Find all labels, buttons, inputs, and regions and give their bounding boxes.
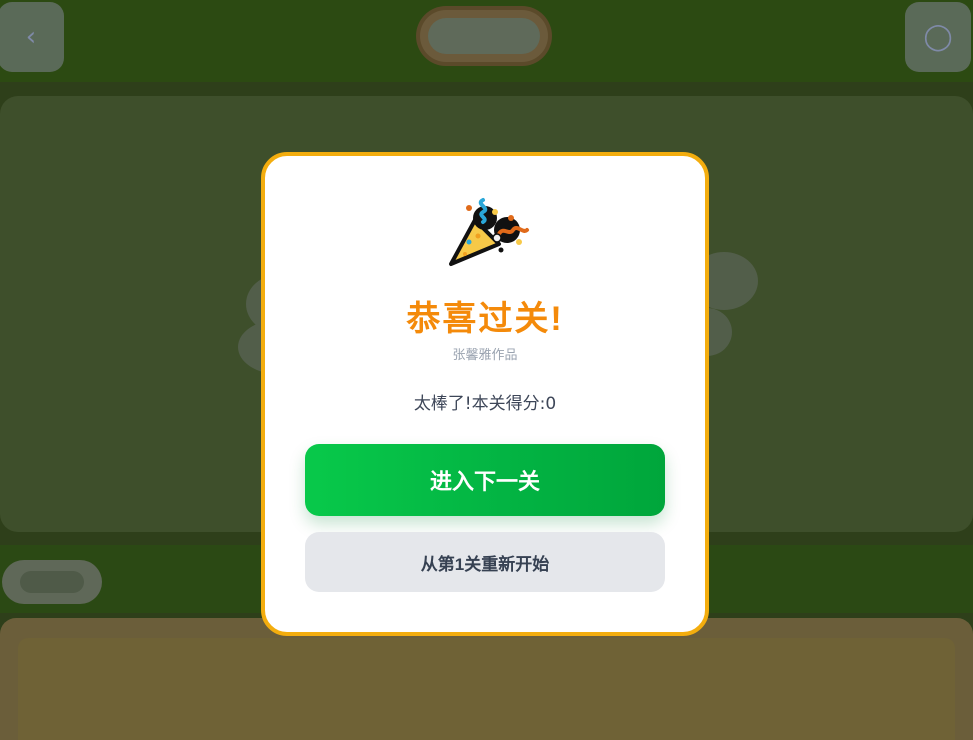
bottom-panel [0, 618, 973, 740]
next-level-button[interactable]: 进入下一关 [305, 444, 665, 516]
top-level-pill [420, 10, 548, 62]
level-complete-title: 恭喜过关! [406, 300, 564, 338]
score-text: 太棒了!本关得分:0 [413, 394, 557, 414]
restart-from-level-1-button[interactable]: 从第1关重新开始 [305, 532, 665, 592]
author-credit: 张馨雅作品 [452, 348, 518, 363]
thermometer-icon[interactable]: ◯ [905, 2, 971, 72]
left-arrow-icon[interactable]: ‹ [0, 2, 64, 72]
middle-pill-button[interactable] [2, 560, 102, 604]
level-complete-dialog: 恭喜过关! 张馨雅作品 太棒了!本关得分:0 进入下一关 从第1关重新开始 [261, 152, 709, 636]
party-popper-icon [449, 198, 529, 266]
